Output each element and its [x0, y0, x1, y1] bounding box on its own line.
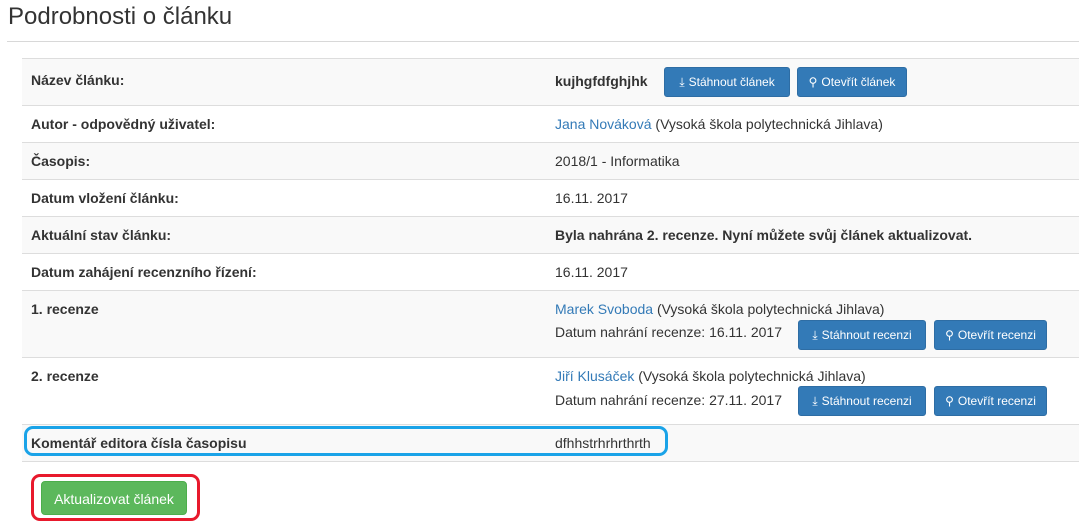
row-review-2: 2. recenze Jiří Klusáček (Vysoká škola p… — [22, 358, 1079, 425]
row-review-start: Datum zahájení recenzního řízení: 16.11.… — [22, 254, 1079, 291]
row-inserted-date: Datum vložení článku: 16.11. 2017 — [22, 180, 1079, 217]
editor-comment-value: dfhhstrhrhrthrth — [555, 435, 651, 451]
label-review-start: Datum zahájení recenzního řízení: — [31, 264, 257, 280]
label-journal: Časopis: — [31, 153, 91, 169]
row-author: Autor - odpovědný uživatel: Jana Novákov… — [22, 106, 1079, 143]
article-details-table: Název článku: kujhgfdfghjhk ⤓ Stáhnout čl… — [22, 58, 1079, 462]
review-2-reviewer: Jiří Klusáček (Vysoká škola polytechnick… — [555, 368, 866, 384]
author-value: Jana Nováková (Vysoká škola polytechnick… — [555, 116, 883, 132]
article-state-value: Byla nahrána 2. recenze. Nyní můžete svů… — [555, 227, 973, 243]
download-icon: ⤓ — [679, 75, 685, 89]
review-1-reviewer: Marek Svoboda (Vysoká škola polytechnick… — [555, 301, 884, 317]
row-journal: Časopis: 2018/1 - Informatika — [22, 143, 1079, 180]
open-article-label: Otevřít článek — [821, 75, 896, 89]
journal-value: 2018/1 - Informatika — [555, 153, 680, 169]
page-title: Podrobnosti o článku — [8, 3, 233, 30]
download-review-1-button[interactable]: ⤓ Stáhnout recenzi — [798, 320, 926, 350]
review-2-upload-date: Datum nahrání recenze: 27.11. 2017 — [555, 392, 783, 408]
download-article-button[interactable]: ⤓ Stáhnout článek — [664, 67, 790, 97]
review-1-org: (Vysoká škola polytechnická Jihlava) — [653, 301, 885, 317]
download-review-2-label: Stáhnout recenzi — [821, 394, 912, 408]
label-review-1: 1. recenze — [31, 301, 99, 317]
review-2-reviewer-link[interactable]: Jiří Klusáček — [555, 368, 634, 384]
update-article-button[interactable]: Aktualizovat článek — [41, 481, 187, 515]
title-divider — [7, 41, 1079, 42]
search-icon: ⚲ — [945, 328, 954, 342]
author-link[interactable]: Jana Nováková — [555, 116, 652, 132]
inserted-date-value: 16.11. 2017 — [555, 190, 628, 206]
search-icon: ⚲ — [945, 394, 954, 408]
download-review-2-button[interactable]: ⤓ Stáhnout recenzi — [798, 386, 926, 416]
download-article-label: Stáhnout článek — [688, 75, 775, 89]
download-icon: ⤓ — [812, 328, 818, 342]
label-article-state: Aktuální stav článku: — [31, 227, 172, 243]
open-article-button[interactable]: ⚲ Otevřít článek — [797, 67, 907, 97]
label-article-title: Název článku: — [31, 72, 125, 88]
row-article-state: Aktuální stav článku: Byla nahrána 2. re… — [22, 217, 1079, 254]
open-review-1-label: Otevřít recenzi — [957, 328, 1036, 342]
download-review-1-label: Stáhnout recenzi — [821, 328, 912, 342]
review-1-upload-date: Datum nahrání recenze: 16.11. 2017 — [555, 324, 783, 340]
open-review-2-label: Otevřít recenzi — [957, 394, 1036, 408]
label-inserted-date: Datum vložení článku: — [31, 190, 179, 206]
review-2-org: (Vysoká škola polytechnická Jihlava) — [634, 368, 866, 384]
download-icon: ⤓ — [812, 394, 818, 408]
open-review-1-button[interactable]: ⚲ Otevřít recenzi — [934, 320, 1047, 350]
review-start-value: 16.11. 2017 — [555, 264, 628, 280]
search-icon: ⚲ — [808, 75, 818, 89]
row-editor-comment: Komentář editora čísla časopisu dfhhstrh… — [22, 425, 1079, 462]
article-title-value: kujhgfdfghjhk — [555, 73, 648, 89]
label-editor-comment: Komentář editora čísla časopisu — [31, 435, 247, 451]
label-review-2: 2. recenze — [31, 368, 99, 384]
review-1-reviewer-link[interactable]: Marek Svoboda — [555, 301, 653, 317]
row-review-1: 1. recenze Marek Svoboda (Vysoká škola p… — [22, 291, 1079, 358]
open-review-2-button[interactable]: ⚲ Otevřít recenzi — [934, 386, 1047, 416]
row-article-title: Název článku: kujhgfdfghjhk ⤓ Stáhnout čl… — [22, 59, 1079, 106]
label-author: Autor - odpovědný uživatel: — [31, 116, 216, 132]
author-org: (Vysoká škola polytechnická Jihlava) — [651, 116, 883, 132]
